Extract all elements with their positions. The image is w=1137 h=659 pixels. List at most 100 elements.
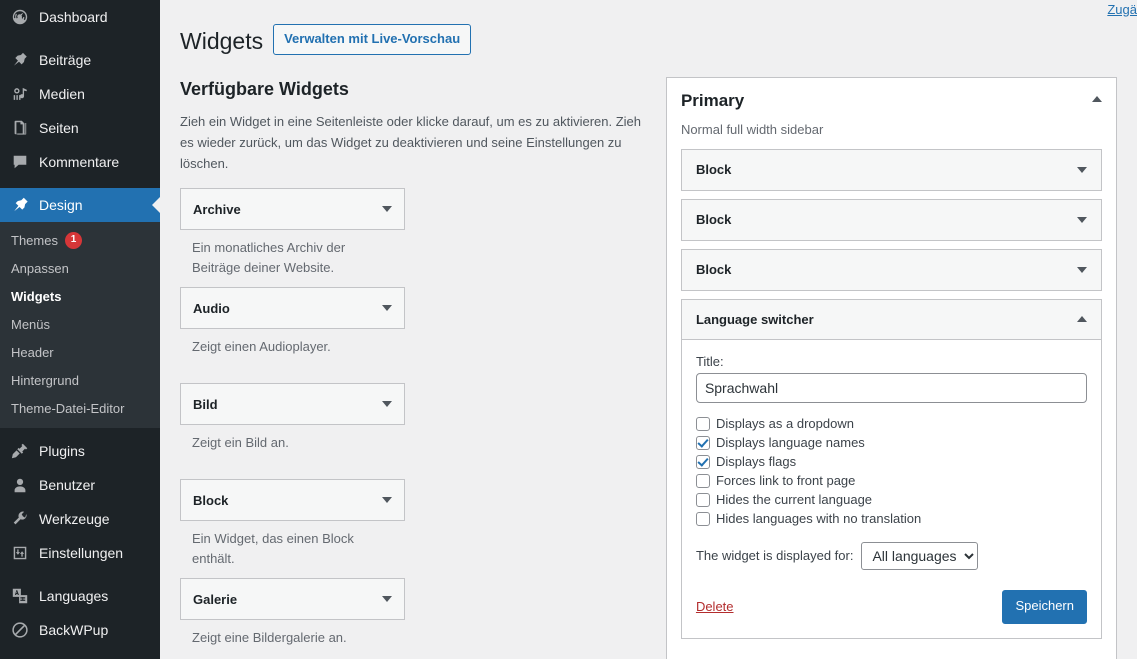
submenu-item-label: Hintergrund	[11, 372, 79, 388]
widget-name: Block	[193, 492, 229, 508]
sidebar-item-label: Medien	[39, 86, 85, 102]
appearance-brush-icon	[10, 195, 30, 215]
save-button[interactable]: Speichern	[1002, 589, 1087, 624]
sidebar-widget-header[interactable]: Language switcher	[681, 299, 1101, 340]
submenu-item-widgets[interactable]: Widgets	[0, 282, 160, 310]
sidebar-item-dashboard[interactable]: Dashboard	[0, 0, 160, 34]
option-label: Displays as a dropdown	[715, 415, 854, 431]
displayed-for-select[interactable]: All languages	[861, 541, 979, 570]
sidebar-item-label: Beiträge	[39, 52, 92, 68]
sidebar-item-languages[interactable]: Languages	[0, 579, 160, 613]
pages-icon	[10, 118, 30, 138]
available-widget-audio[interactable]: Audio	[180, 287, 405, 330]
sidebar-item-medien[interactable]: Medien	[0, 77, 160, 111]
option-row[interactable]: Displays language names	[695, 434, 1087, 452]
chevron-down-icon[interactable]	[382, 596, 392, 603]
chevron-down-icon[interactable]	[1077, 216, 1087, 223]
widget-name: Audio	[193, 300, 230, 316]
sidebar-item-einstellungen[interactable]: Einstellungen	[0, 536, 160, 570]
sidebar-item-label: Seiten	[39, 120, 79, 136]
accessibility-mode-link[interactable]: Zugä	[1107, 2, 1137, 17]
sidebar-widget-block-1[interactable]: Block	[680, 148, 1102, 191]
sidebar-item-label: Einstellungen	[39, 545, 124, 561]
manage-with-live-preview-button[interactable]: Verwalten mit Live-Vorschau	[273, 23, 472, 56]
chevron-up-icon[interactable]	[1077, 316, 1087, 323]
available-widget-block[interactable]: Block	[180, 479, 405, 522]
available-widget-bild[interactable]: Bild	[180, 383, 405, 426]
sidebar-item-kommentare[interactable]: Kommentare	[0, 145, 160, 179]
page-header: Widgets Verwalten mit Live-Vorschau	[180, 18, 1117, 61]
submenu-item-label: Themes	[11, 232, 58, 248]
submenu-item-hintergrund[interactable]: Hintergrund	[0, 366, 160, 394]
option-row[interactable]: Displays as a dropdown	[695, 415, 1087, 433]
checkbox-hides-current-language[interactable]	[695, 492, 710, 507]
chevron-down-icon[interactable]	[382, 305, 392, 312]
widget-cell: Audio Zeigt einen Audioplayer.	[180, 287, 405, 383]
sidebar-item-benutzer[interactable]: Benutzer	[0, 468, 160, 502]
widget-description: Zeigt ein Bild an.	[192, 435, 289, 451]
sidebar-widget-header[interactable]: Block	[682, 250, 1101, 290]
sidebar-widget-block-3[interactable]: Block	[680, 248, 1102, 291]
available-widgets-description: Zieh ein Widget in eine Seitenleiste ode…	[180, 114, 642, 171]
checkbox-forces-link-front-page[interactable]	[695, 473, 710, 488]
dashboard-icon	[10, 7, 30, 27]
widget-cell: Galerie Zeigt eine Bildergalerie an.	[180, 578, 405, 659]
sidebar-item-label: Dashboard	[39, 9, 108, 25]
checkbox-displays-flags[interactable]	[695, 454, 710, 469]
sidebar-item-werkzeuge[interactable]: Werkzeuge	[0, 502, 160, 536]
submenu-item-menus[interactable]: Menüs	[0, 310, 160, 338]
sidebar-item-design[interactable]: Design	[0, 188, 160, 222]
widget-footer: Delete Speichern	[696, 589, 1087, 624]
submenu-item-label: Theme-Datei-Editor	[11, 400, 125, 416]
chevron-down-icon[interactable]	[382, 497, 392, 504]
sidebar-widget-language-switcher[interactable]: Language switcher Title: Displays as a d	[680, 298, 1102, 639]
submenu-item-theme-datei-editor[interactable]: Theme-Datei-Editor	[0, 394, 160, 422]
title-input[interactable]	[695, 372, 1087, 403]
submenu-item-label: Widgets	[11, 288, 62, 304]
checkbox-displays-as-dropdown[interactable]	[695, 416, 710, 431]
users-icon	[10, 475, 30, 495]
sidebar-item-plugins[interactable]: Plugins	[0, 434, 160, 468]
sidebar-item-label: Benutzer	[39, 477, 96, 493]
option-label: Displays language names	[715, 434, 865, 450]
primary-sidebar-header[interactable]: Primary	[681, 90, 1102, 112]
submenu-item-label: Menüs	[11, 316, 51, 332]
sidebar-widget-header[interactable]: Block	[682, 200, 1101, 240]
option-row[interactable]: Forces link to front page	[695, 472, 1087, 490]
chevron-up-icon[interactable]	[1092, 95, 1102, 102]
sidebar-item-label: BackWPup	[39, 622, 109, 638]
sidebar-widget-block-2[interactable]: Block	[680, 198, 1102, 241]
option-label: Displays flags	[715, 453, 797, 469]
sidebar-item-backwpup[interactable]: BackWPup	[0, 613, 160, 647]
sidebar-item-beitraege[interactable]: Beiträge	[0, 43, 160, 77]
submenu-item-anpassen[interactable]: Anpassen	[0, 254, 160, 282]
chevron-down-icon[interactable]	[382, 206, 392, 213]
sidebar-item-label: Kommentare	[39, 154, 120, 170]
primary-sidebar-column: Primary Normal full width sidebar Block	[665, 76, 1117, 659]
delete-link[interactable]: Delete	[696, 599, 734, 614]
sidebar-item-label: Werkzeuge	[39, 511, 110, 527]
design-submenu: Themes 1 Anpassen Widgets Menüs Header H…	[0, 222, 160, 428]
checkbox-displays-language-names[interactable]	[695, 435, 710, 450]
widget-description: Ein monatliches Archiv der Beiträge dein…	[192, 240, 346, 275]
option-row[interactable]: Hides the current language	[695, 491, 1087, 509]
chevron-down-icon[interactable]	[1077, 266, 1087, 273]
chevron-down-icon[interactable]	[382, 401, 392, 408]
menu-separator	[0, 179, 160, 188]
comments-icon	[10, 152, 30, 172]
submenu-item-themes[interactable]: Themes 1	[0, 226, 160, 254]
checkbox-hides-languages-no-translation[interactable]	[695, 511, 710, 526]
widget-name: Bild	[193, 396, 218, 412]
option-row[interactable]: Displays flags	[695, 453, 1087, 471]
sidebar-item-seiten[interactable]: Seiten	[0, 111, 160, 145]
available-widget-archive[interactable]: Archive	[180, 188, 405, 231]
media-icon	[10, 84, 30, 104]
chevron-down-icon[interactable]	[1077, 166, 1087, 173]
widget-cell: Bild Zeigt ein Bild an.	[180, 383, 405, 479]
sidebar-widget-header[interactable]: Block	[682, 150, 1101, 190]
primary-sidebar-title: Primary	[680, 90, 745, 110]
option-row[interactable]: Hides languages with no translation	[695, 510, 1087, 528]
submenu-item-header[interactable]: Header	[0, 338, 160, 366]
available-widgets-grid: Archive Ein monatliches Archiv der Beitr…	[180, 188, 646, 659]
available-widget-galerie[interactable]: Galerie	[180, 578, 405, 621]
